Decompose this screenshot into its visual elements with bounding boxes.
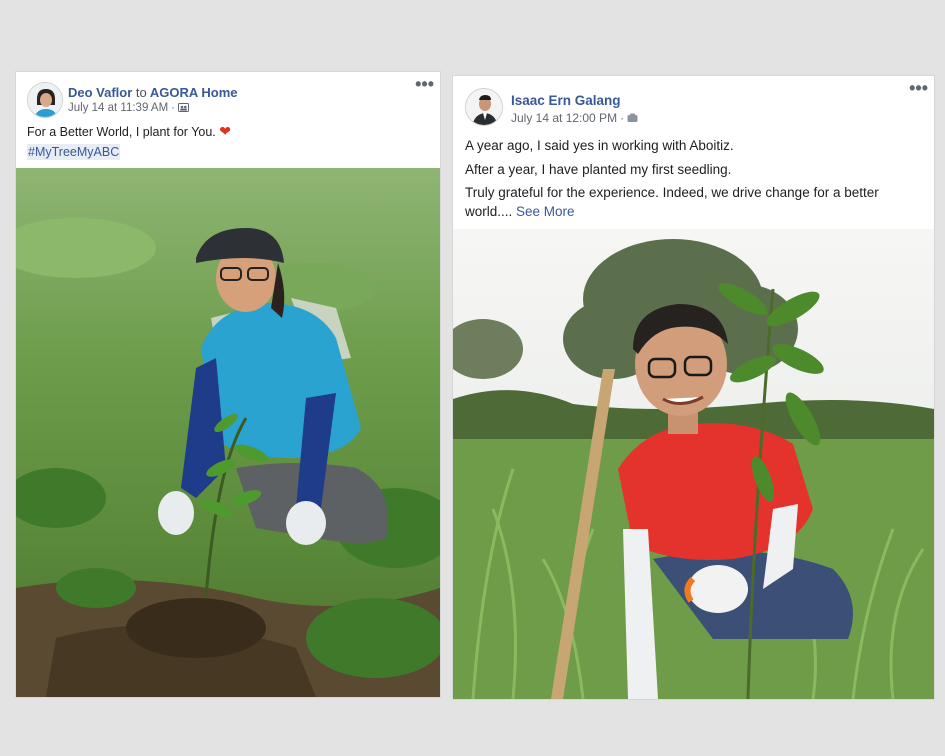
post-photo[interactable] bbox=[453, 229, 934, 699]
avatar[interactable] bbox=[465, 88, 503, 126]
more-options-icon[interactable]: ••• bbox=[909, 78, 928, 99]
group-target-name[interactable]: AGORA Home bbox=[150, 85, 238, 100]
see-more-link[interactable]: See More bbox=[516, 204, 575, 219]
author-line: Isaac Ern Galang bbox=[511, 93, 621, 108]
group-audience-icon[interactable] bbox=[178, 102, 189, 116]
post-meta: July 14 at 12:00 PM · bbox=[511, 111, 638, 127]
post-timestamp[interactable]: July 14 at 11:39 AM bbox=[68, 102, 168, 114]
post-text: For a Better World, I plant for You. ❤ bbox=[27, 123, 428, 141]
post-text-line-3: Truly grateful for the experience. Indee… bbox=[465, 183, 922, 221]
post-photo[interactable] bbox=[16, 168, 440, 697]
hashtag-link[interactable]: #MyTreeMyABC bbox=[27, 144, 121, 160]
facebook-post-deo-vaflor: Deo Vaflor to AGORA Home July 14 at 11:3… bbox=[15, 71, 441, 698]
man-planting-seedling-photo bbox=[453, 229, 934, 699]
meta-separator: · bbox=[171, 102, 175, 114]
post-text-body: For a Better World, I plant for You. bbox=[27, 125, 216, 139]
author-line: Deo Vaflor to AGORA Home bbox=[68, 85, 238, 100]
author-name[interactable]: Isaac Ern Galang bbox=[511, 93, 621, 108]
author-connector: to bbox=[135, 85, 147, 100]
post-meta: July 14 at 11:39 AM · bbox=[68, 102, 189, 116]
post-text-line-3a: Truly grateful for the experience. Indee… bbox=[465, 185, 879, 200]
post-header: Isaac Ern Galang July 14 at 12:00 PM · ••… bbox=[453, 76, 934, 127]
post-hashtag-line: #MyTreeMyABC bbox=[27, 144, 428, 161]
post-timestamp[interactable]: July 14 at 12:00 PM bbox=[511, 111, 617, 125]
more-options-icon[interactable]: ••• bbox=[415, 74, 434, 95]
avatar[interactable] bbox=[27, 82, 63, 118]
post-text-line-1: A year ago, I said yes in working with A… bbox=[465, 138, 734, 153]
public-audience-icon[interactable] bbox=[627, 113, 638, 127]
author-name[interactable]: Deo Vaflor bbox=[68, 85, 132, 100]
woman-planting-seedling-photo bbox=[16, 168, 440, 697]
meta-separator: · bbox=[620, 111, 625, 125]
post-text-line-3b: world.... bbox=[465, 204, 513, 219]
facebook-post-isaac-ern-galang: Isaac Ern Galang July 14 at 12:00 PM · ••… bbox=[452, 75, 935, 700]
post-text-line-2: After a year, I have planted my first se… bbox=[465, 162, 732, 177]
heart-emoji: ❤ bbox=[219, 123, 231, 139]
post-header: Deo Vaflor to AGORA Home July 14 at 11:3… bbox=[16, 72, 440, 120]
